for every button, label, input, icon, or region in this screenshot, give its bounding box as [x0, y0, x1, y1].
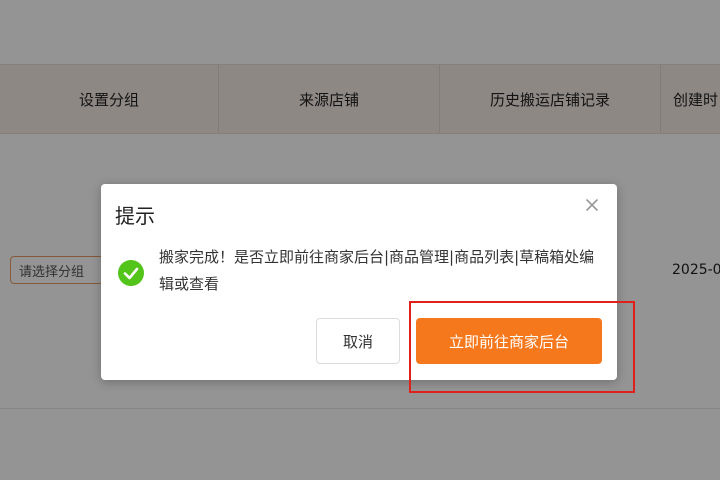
confirm-dialog: 提示 搬家完成！是否立即前往商家后台|商品管理|商品列表|草稿箱处编辑或查看 取… — [101, 184, 617, 380]
cancel-button[interactable]: 取消 — [316, 318, 400, 364]
page: 设置分组 来源店铺 历史搬运店铺记录 创建时 请选择分组 2025-0 提示 搬… — [0, 0, 720, 480]
check-circle-icon — [118, 260, 144, 286]
dialog-title: 提示 — [115, 204, 155, 228]
go-to-merchant-backend-button[interactable]: 立即前往商家后台 — [416, 318, 602, 364]
dialog-message: 搬家完成！是否立即前往商家后台|商品管理|商品列表|草稿箱处编辑或查看 — [159, 248, 595, 293]
close-icon[interactable] — [583, 196, 601, 214]
